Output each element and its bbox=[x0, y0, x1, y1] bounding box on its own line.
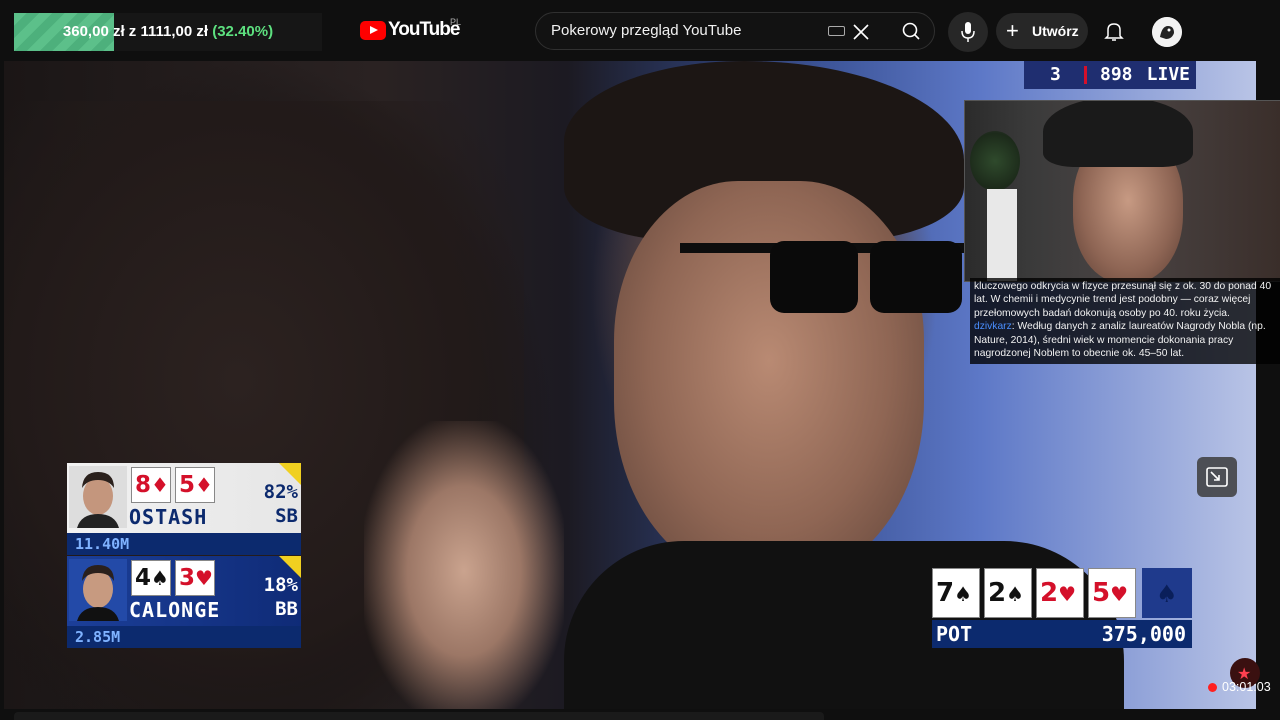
corner-flag-icon bbox=[279, 556, 301, 578]
goal-current: 360,00 zł bbox=[62, 23, 125, 40]
create-button[interactable]: + Utwórz bbox=[996, 13, 1088, 49]
card-rank: 8 bbox=[135, 472, 152, 498]
youtube-wordmark: YouTube bbox=[388, 19, 460, 40]
card-rank: 4 bbox=[135, 565, 152, 591]
chat-username: dzivkarz bbox=[974, 321, 1012, 333]
bottom-strip bbox=[14, 712, 824, 720]
card-suit: ♠ bbox=[1006, 582, 1025, 606]
create-label: Utwórz bbox=[1032, 23, 1079, 39]
top-bar: 360,00 zł z 1111,00 zł (32.40%) YouTube … bbox=[0, 0, 1280, 60]
card-suit: ♥ bbox=[1058, 582, 1077, 606]
mic-button[interactable] bbox=[948, 12, 988, 52]
board-panel: 7♠ 2♠ 2♥ 5♥ ♠ POT 375,000 bbox=[932, 568, 1192, 648]
pot-value: 375,000 bbox=[1101, 622, 1186, 646]
donation-goal-text: 360,00 zł z 1111,00 zł (32.40%) bbox=[14, 13, 322, 51]
hole-card: 5♦ bbox=[175, 467, 215, 503]
spade-icon: ♠ bbox=[1156, 580, 1178, 608]
card-rank: 7 bbox=[936, 578, 955, 608]
card-rank: 3 bbox=[179, 565, 196, 591]
card-suit: ♥ bbox=[195, 566, 213, 590]
recording-dot-icon bbox=[1208, 682, 1217, 692]
card-rank: 5 bbox=[1092, 578, 1111, 608]
scoreboard-value-b: 898 bbox=[1100, 64, 1133, 85]
streamer-webcam bbox=[964, 100, 1280, 282]
player-panel-calonge: 4♠ 3♥ CALONGE 18% BB 2.85M bbox=[67, 556, 301, 648]
player-position: SB bbox=[275, 505, 298, 527]
timer-text: 03:01:03 bbox=[1222, 680, 1271, 694]
goal-target: 1111,00 zł bbox=[140, 23, 209, 40]
stream-timer: 03:01:03 bbox=[1208, 680, 1271, 694]
card-suit: ♦ bbox=[151, 473, 169, 497]
chat-message-previous: kluczowego odkrycia w fizyce przesunął s… bbox=[974, 281, 1272, 319]
chat-message: : Według danych z analiz laureatów Nagro… bbox=[974, 321, 1266, 360]
goal-percent: (32.40%) bbox=[212, 23, 274, 40]
pip-icon bbox=[1206, 467, 1228, 487]
hole-card: 4♠ bbox=[131, 560, 171, 596]
corner-flag-icon bbox=[279, 463, 301, 485]
plus-icon: + bbox=[1006, 18, 1019, 43]
donation-goal-bar: 360,00 zł z 1111,00 zł (32.40%) bbox=[14, 13, 322, 51]
pot-label: POT bbox=[936, 622, 973, 646]
pot-bar: POT 375,000 bbox=[932, 620, 1192, 648]
card-rank: 5 bbox=[179, 472, 196, 498]
pip-button[interactable] bbox=[1197, 457, 1237, 497]
search-box[interactable]: Pokerowy przegląd YouTube bbox=[535, 12, 935, 50]
streamer-cap bbox=[1043, 101, 1193, 167]
card-suit: ♦ bbox=[195, 473, 213, 497]
hole-card: 3♥ bbox=[175, 560, 215, 596]
svg-text:♠: ♠ bbox=[1156, 580, 1178, 608]
keyboard-icon[interactable] bbox=[828, 26, 845, 36]
country-code: PL bbox=[450, 17, 462, 27]
player-card-top: 8♦ 5♦ OSTASH 82% SB bbox=[67, 463, 301, 533]
card-rank: 2 bbox=[1040, 578, 1059, 608]
card-back: ♠ bbox=[1142, 568, 1192, 618]
board-card: 2♠ bbox=[984, 568, 1032, 618]
youtube-logo[interactable]: YouTube PL bbox=[360, 17, 462, 41]
player-panel-ostash: 8♦ 5♦ OSTASH 82% SB 11.40M bbox=[67, 463, 301, 555]
search-input[interactable]: Pokerowy przegląd YouTube bbox=[551, 13, 741, 49]
card-suit: ♠ bbox=[151, 566, 169, 590]
hole-card: 8♦ bbox=[131, 467, 171, 503]
player-photo bbox=[69, 466, 127, 528]
foreground-ear-blur bbox=[364, 421, 564, 709]
scoreboard-divider bbox=[1084, 66, 1087, 84]
board-card: 5♥ bbox=[1088, 568, 1136, 618]
scoreboard-value-a: 3 bbox=[1050, 64, 1061, 85]
clear-icon[interactable] bbox=[851, 22, 871, 42]
player-name: OSTASH bbox=[129, 505, 208, 529]
avatar[interactable] bbox=[1152, 17, 1182, 47]
sunglasses bbox=[680, 241, 970, 313]
webcam-plant bbox=[970, 131, 1020, 191]
live-scoreboard: 3 898 LIVE bbox=[1024, 61, 1196, 89]
card-suit: ♠ bbox=[954, 582, 973, 606]
board-card: 2♥ bbox=[1036, 568, 1084, 618]
search-icon[interactable] bbox=[888, 13, 934, 49]
live-label: LIVE bbox=[1146, 64, 1190, 85]
card-suit: ♥ bbox=[1110, 582, 1129, 606]
bell-icon[interactable] bbox=[1102, 19, 1126, 43]
mic-icon bbox=[961, 22, 975, 42]
player-position: BB bbox=[275, 598, 298, 620]
player-stack: 11.40M bbox=[67, 533, 301, 555]
board-card: 7♠ bbox=[932, 568, 980, 618]
player-card-top: 4♠ 3♥ CALONGE 18% BB bbox=[67, 556, 301, 626]
chat-overlay: kluczowego odkrycia w fizyce przesunął s… bbox=[970, 278, 1280, 364]
avatar-image bbox=[1152, 17, 1182, 47]
youtube-play-icon bbox=[360, 20, 386, 40]
card-rank: 2 bbox=[988, 578, 1007, 608]
webcam-door bbox=[987, 189, 1017, 281]
player-stack: 2.85M bbox=[67, 626, 301, 648]
player-name: CALONGE bbox=[129, 598, 221, 622]
goal-separator: z bbox=[128, 23, 137, 40]
player-photo bbox=[69, 559, 127, 621]
